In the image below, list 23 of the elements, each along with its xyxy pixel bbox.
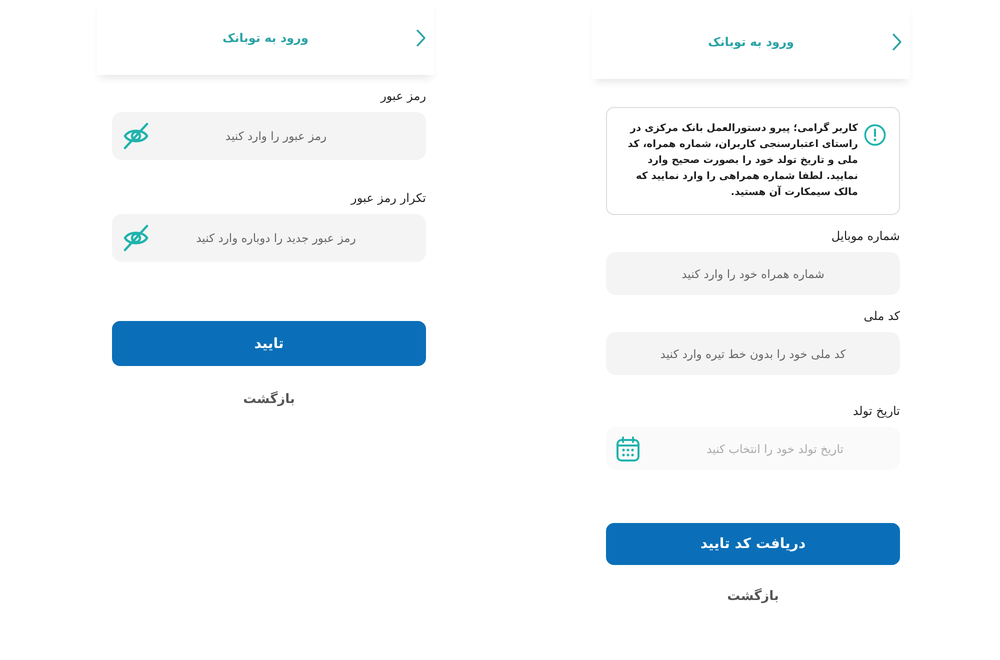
password-field[interactable]: رمز عبور را وارد کنید [112,112,426,160]
field-label: کد ملی [864,308,900,324]
screen-title: ورود به توبانک [708,34,794,48]
eye-slash-icon[interactable] [122,122,150,150]
text-field[interactable]: کد ملی خود را بدون خط تیره وارد کنید [606,332,900,375]
info-icon [864,124,886,146]
text-field[interactable]: شماره همراه خود را وارد کنید [606,252,900,295]
screen-title: ورود به توبانک [222,30,308,44]
calendar-icon[interactable] [616,436,640,462]
notice-text: کاربر گرامی؛ پیرو دستورالعمل بانک مرکزی در راستای اعتبارسنجی کاربران، شماره همراه، کد ملی و تاریخ تولد خود را بصورت صحیح وارد نمایید. لطفا شماره همراهی را وارد نمایید که مالک سیمکارت آن هستید. [626,121,858,200]
submit-button[interactable]: تایید [112,321,426,366]
field-label: رمز عبور [380,88,426,104]
field-label: تاریخ تولد [852,403,900,419]
submit-button[interactable]: دریافت کد تایید [606,523,900,565]
field-label: شماره موبایل [831,228,900,244]
chevron-icon[interactable] [892,32,902,50]
back-link[interactable]: بازگشت [727,589,779,605]
password-field[interactable]: رمز عبور جدید را دوباره وارد کنید [112,214,426,262]
chevron-icon[interactable] [416,28,426,46]
back-link[interactable]: بازگشت [243,392,295,408]
eye-slash-icon[interactable] [122,224,150,252]
field-label: تکرار رمز عبور [351,190,426,206]
date-field[interactable]: تاریخ تولد خود را انتخاب کنید [606,427,900,470]
